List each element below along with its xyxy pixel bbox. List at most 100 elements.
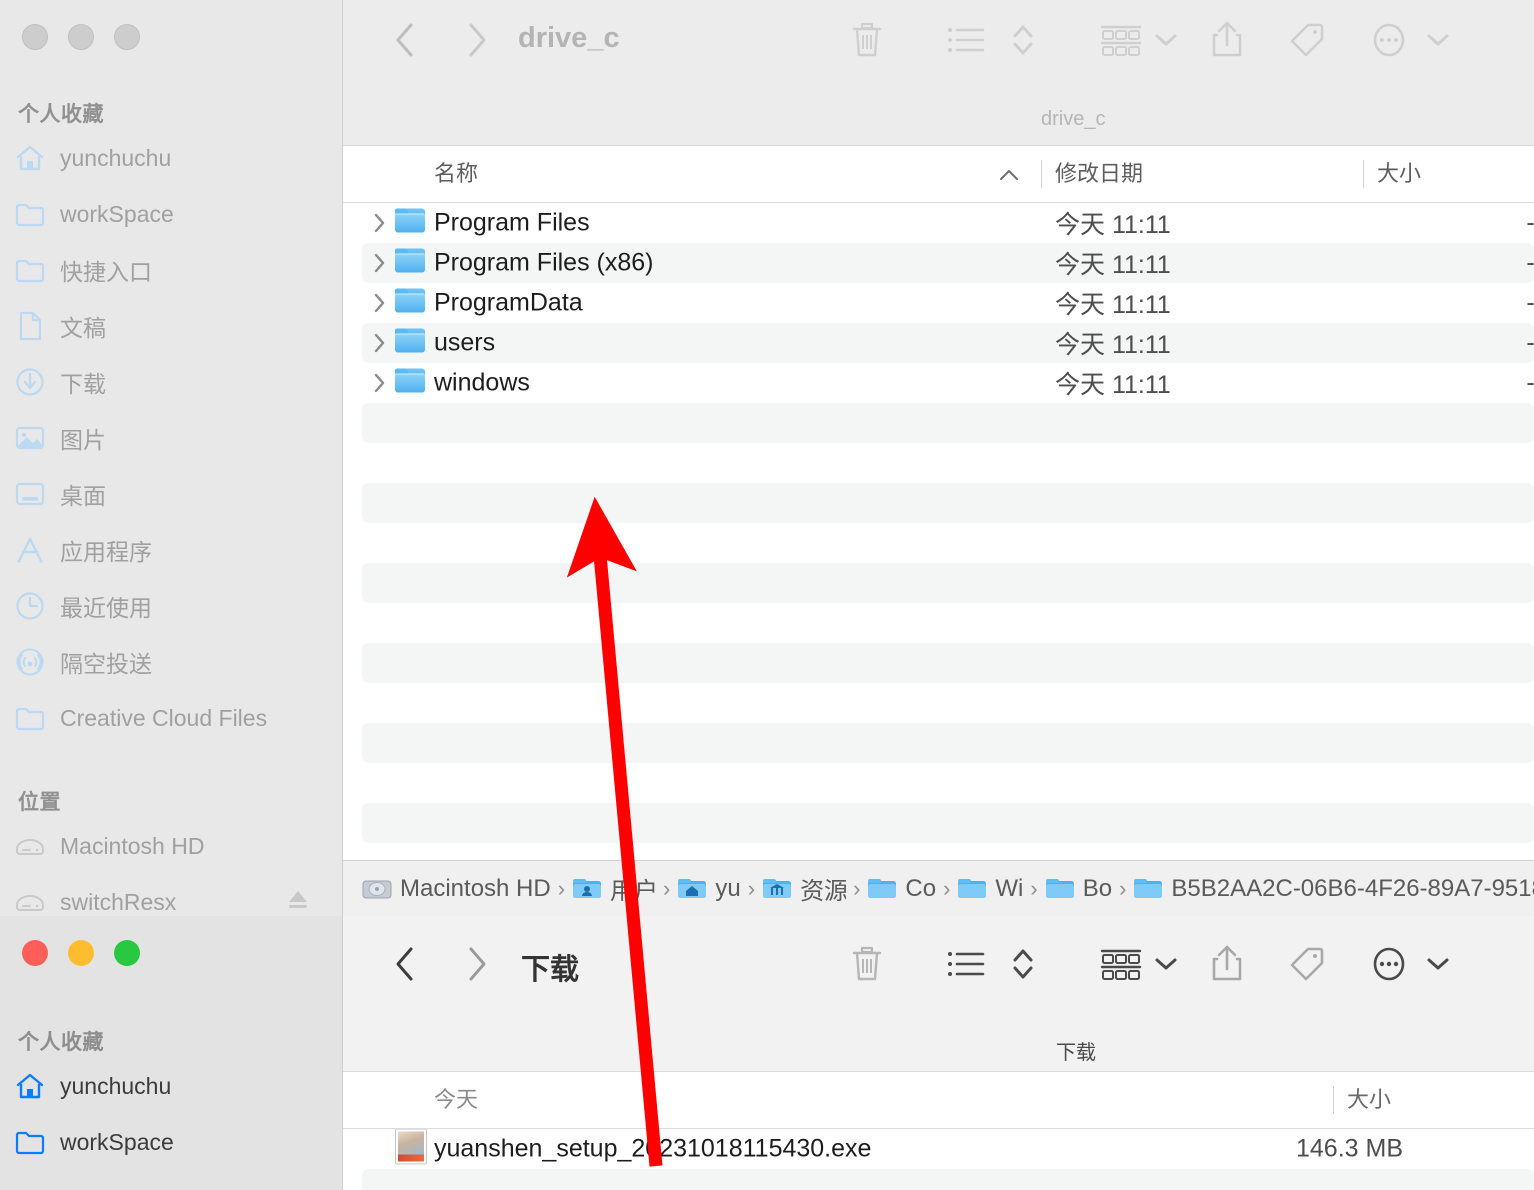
sidebar-item-macintosh-hd[interactable]: Macintosh HD: [14, 826, 332, 866]
sidebar-item-workspace[interactable]: workSpace: [14, 194, 332, 234]
back-button[interactable]: [383, 942, 427, 986]
breadcrumb-label: 资源库: [800, 878, 847, 905]
breadcrumb-item[interactable]: Macintosh HD: [362, 875, 551, 903]
file-list-top[interactable]: Program Files今天 11:11--Program Files (x8…: [343, 203, 1534, 861]
sidebar-item-workspace[interactable]: workSpace: [14, 1122, 332, 1162]
sidebar-item-switchresx[interactable]: switchResx: [14, 882, 332, 916]
column-size[interactable]: 大小: [1377, 146, 1421, 202]
file-list-bottom[interactable]: yuanshen_setup_20231018115430.exe 146.3 M…: [343, 1129, 1534, 1190]
breadcrumb-item[interactable]: 资源库: [762, 871, 846, 906]
sidebar-item-快捷入口[interactable]: 快捷入口: [14, 250, 332, 290]
home-icon: [14, 143, 46, 173]
table-row[interactable]: users 今天 11:11 --: [343, 323, 1534, 363]
breadcrumb-separator: ›: [663, 875, 671, 901]
back-button[interactable]: [383, 18, 427, 62]
content-pane-bottom: 下载 下载 今天 大小 yuanshen_setup_2023101811543…: [343, 916, 1534, 1190]
list-view-icon[interactable]: [943, 940, 989, 988]
group-chevron-down-icon[interactable]: [1149, 946, 1183, 982]
home-icon: [14, 1071, 46, 1101]
finder-window-drive-c[interactable]: 个人收藏 yunchuchu workSpace 快捷入口 文稿 下载 图片 桌面 应用程序 最近…: [0, 0, 1534, 916]
sidebar-item-应用程序[interactable]: 应用程序: [14, 530, 332, 570]
breadcrumb-item[interactable]: B5B2AA2C-06B6-4F26-89A7-95184: [1133, 875, 1534, 903]
sort-chevrons-icon[interactable]: [1005, 16, 1041, 64]
breadcrumb-item[interactable]: Bo: [1045, 875, 1112, 903]
traffic-lights-bottom[interactable]: [22, 940, 140, 966]
sort-chevrons-icon[interactable]: [1005, 940, 1041, 988]
folder-icon: [395, 328, 425, 358]
delete-icon[interactable]: [843, 15, 891, 65]
table-row[interactable]: yuanshen_setup_20231018115430.exe 146.3 M…: [343, 1129, 1534, 1169]
breadcrumb-label: Macintosh HD: [400, 874, 551, 902]
close-button[interactable]: [22, 24, 48, 50]
sidebar-item-隔空投送[interactable]: 隔空投送: [14, 642, 332, 682]
file-size: 146.3 MB: [1295, 1134, 1403, 1163]
sidebar-item-桌面[interactable]: 桌面: [14, 474, 332, 514]
table-row[interactable]: ProgramData 今天 11:11 --: [343, 283, 1534, 323]
column-size[interactable]: 大小: [1347, 1072, 1391, 1128]
tag-icon[interactable]: [1283, 940, 1331, 988]
sidebar-item-creative-cloud-files[interactable]: Creative Cloud Files: [14, 698, 332, 738]
sidebar-item-图片[interactable]: 图片: [14, 418, 332, 458]
sidebar-item-label: yunchuchu: [60, 144, 172, 171]
sidebar-item-文稿[interactable]: 文稿: [14, 306, 332, 346]
file-size: --: [1526, 288, 1534, 317]
sidebar-item-最近使用[interactable]: 最近使用: [14, 586, 332, 626]
maximize-button[interactable]: [114, 940, 140, 966]
sidebar-item-label: workSpace: [60, 1128, 174, 1155]
file-name: yuanshen_setup_20231018115430.exe: [434, 1134, 872, 1163]
sidebar-item-label: workSpace: [60, 200, 174, 227]
more-chevron-down-icon[interactable]: [1421, 946, 1455, 982]
sidebar-item-yunchuchu[interactable]: yunchuchu: [14, 1066, 332, 1106]
harddisk-icon: [14, 831, 46, 861]
table-row[interactable]: windows 今天 11:11 --: [343, 363, 1534, 403]
column-name[interactable]: 名称: [434, 146, 478, 202]
disclosure-triangle-icon[interactable]: [373, 252, 389, 274]
more-actions-icon[interactable]: [1365, 16, 1413, 64]
group-chevron-down-icon[interactable]: [1149, 22, 1183, 58]
more-actions-icon[interactable]: [1365, 940, 1413, 988]
sidebar-section-header: 位置: [18, 791, 61, 814]
empty-row: [343, 723, 1534, 763]
empty-row: [343, 443, 1534, 483]
empty-row: [343, 643, 1534, 683]
folder-icon: [1133, 877, 1163, 901]
breadcrumb-item[interactable]: Wi: [957, 875, 1023, 903]
sidebar-bottom-window: 个人收藏 yunchuchu workSpace: [0, 916, 343, 1190]
sidebar-section-header: 个人收藏: [18, 1031, 104, 1054]
forward-button[interactable]: [455, 18, 499, 62]
breadcrumb-separator: ›: [747, 875, 756, 901]
file-date: 今天 11:11: [1055, 371, 1171, 399]
group-by-icon[interactable]: [1093, 16, 1149, 64]
breadcrumb-item[interactable]: yu: [677, 875, 741, 903]
list-view-icon[interactable]: [943, 16, 989, 64]
group-by-icon[interactable]: [1093, 940, 1149, 988]
minimize-button[interactable]: [68, 24, 94, 50]
share-icon[interactable]: [1203, 14, 1251, 66]
disclosure-triangle-icon[interactable]: [373, 332, 389, 354]
disclosure-triangle-icon[interactable]: [373, 372, 389, 394]
share-icon[interactable]: [1203, 938, 1251, 990]
disclosure-triangle-icon[interactable]: [373, 212, 389, 234]
disclosure-triangle-icon[interactable]: [373, 292, 389, 314]
table-row[interactable]: Program Files (x86) 今天 11:11 --: [343, 243, 1534, 283]
sidebar-item-yunchuchu[interactable]: yunchuchu: [14, 138, 332, 178]
column-date[interactable]: 修改日期: [1055, 146, 1143, 202]
more-chevron-down-icon[interactable]: [1421, 22, 1455, 58]
table-row[interactable]: Program Files 今天 11:11 --: [343, 203, 1534, 243]
maximize-button[interactable]: [114, 24, 140, 50]
delete-icon[interactable]: [843, 939, 891, 989]
folder-icon: [14, 255, 46, 285]
column-today[interactable]: 今天: [434, 1072, 478, 1128]
eject-icon[interactable]: [286, 887, 310, 916]
breadcrumb-item[interactable]: 用户: [572, 871, 656, 906]
sidebar-item-下载[interactable]: 下载: [14, 362, 332, 402]
breadcrumb-item[interactable]: Co: [867, 875, 936, 903]
finder-window-downloads[interactable]: 个人收藏 yunchuchu workSpace 下载 下载 今天 大小 yua…: [0, 916, 1534, 1190]
close-button[interactable]: [22, 940, 48, 966]
path-bar[interactable]: Macintosh HD›用户›yu›资源库›Co›Wi›Bo›B5B2AA2C…: [343, 860, 1534, 916]
file-size: --: [1526, 248, 1534, 277]
minimize-button[interactable]: [68, 940, 94, 966]
forward-button[interactable]: [455, 942, 499, 986]
tag-icon[interactable]: [1283, 16, 1331, 64]
traffic-lights-top[interactable]: [22, 24, 140, 50]
